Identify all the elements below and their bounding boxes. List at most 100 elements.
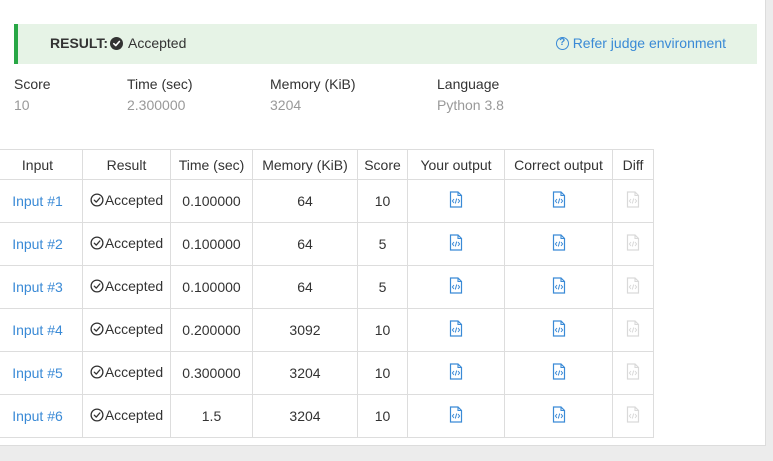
correct-output-code-file-icon[interactable] bbox=[552, 406, 566, 426]
correct-output-code-file-icon[interactable] bbox=[552, 234, 566, 254]
check-circle-outline-icon bbox=[90, 236, 104, 250]
your-output-code-file-icon[interactable] bbox=[449, 191, 463, 211]
result-accepted: Accepted bbox=[90, 321, 163, 337]
correct-output-code-file-icon[interactable] bbox=[552, 320, 566, 340]
refer-judge-environment-link[interactable]: ? Refer judge environment bbox=[555, 35, 726, 51]
row-correct-output-cell bbox=[504, 351, 613, 395]
row-your-output-cell bbox=[407, 394, 505, 438]
your-output-code-file-icon[interactable] bbox=[449, 277, 463, 297]
row-correct-output-cell bbox=[504, 179, 613, 223]
diff-code-file-icon-disabled bbox=[626, 277, 640, 297]
row-score-cell: 5 bbox=[357, 222, 408, 266]
input-link[interactable]: Input #1 bbox=[12, 193, 63, 209]
check-circle-outline-icon bbox=[90, 193, 104, 207]
header-memory: Memory (KiB) bbox=[252, 149, 358, 180]
row-result-cell: Accepted bbox=[82, 179, 171, 223]
row-your-output-cell bbox=[407, 308, 505, 352]
testcase-results-table: Input Result Time (sec) Memory (KiB) Sco… bbox=[0, 149, 654, 438]
submission-summary: Score 10 Time (sec) 2.300000 Memory (KiB… bbox=[0, 76, 600, 120]
header-result: Result bbox=[82, 149, 171, 180]
correct-output-code-file-icon[interactable] bbox=[552, 191, 566, 211]
header-time: Time (sec) bbox=[170, 149, 253, 180]
row-memory-cell: 64 bbox=[252, 222, 358, 266]
your-output-code-file-icon[interactable] bbox=[449, 234, 463, 254]
row-memory-cell: 3204 bbox=[252, 394, 358, 438]
row-diff-cell bbox=[612, 222, 654, 266]
row-result-cell: Accepted bbox=[82, 265, 171, 309]
header-diff: Diff bbox=[612, 149, 654, 180]
row-input-cell: Input #2 bbox=[0, 222, 83, 266]
your-output-code-file-icon[interactable] bbox=[449, 320, 463, 340]
row-correct-output-cell bbox=[504, 222, 613, 266]
your-output-code-file-icon[interactable] bbox=[449, 363, 463, 383]
row-score-cell: 10 bbox=[357, 308, 408, 352]
summary-score-value: 10 bbox=[14, 97, 30, 113]
row-correct-output-cell bbox=[504, 394, 613, 438]
row-score-cell: 10 bbox=[357, 394, 408, 438]
result-label: RESULT: bbox=[50, 35, 109, 51]
input-link[interactable]: Input #5 bbox=[12, 365, 63, 381]
row-your-output-cell bbox=[407, 179, 505, 223]
result-accepted: Accepted bbox=[90, 407, 163, 423]
row-diff-cell bbox=[612, 394, 654, 438]
summary-language-value: Python 3.8 bbox=[437, 97, 504, 113]
input-link[interactable]: Input #3 bbox=[12, 279, 63, 295]
row-diff-cell bbox=[612, 308, 654, 352]
input-link[interactable]: Input #2 bbox=[12, 236, 63, 252]
diff-code-file-icon-disabled bbox=[626, 406, 640, 426]
row-time-cell: 0.100000 bbox=[170, 222, 253, 266]
table-row: Input #2 Accepted 0.100000 64 5 bbox=[0, 222, 654, 266]
result-accepted: Accepted bbox=[90, 192, 163, 208]
row-your-output-cell bbox=[407, 222, 505, 266]
summary-time-value: 2.300000 bbox=[127, 97, 186, 113]
correct-output-code-file-icon[interactable] bbox=[552, 363, 566, 383]
row-your-output-cell bbox=[407, 265, 505, 309]
table-row: Input #5 Accepted 0.300000 3204 10 bbox=[0, 351, 654, 395]
result-text: Accepted bbox=[104, 364, 164, 380]
row-input-cell: Input #6 bbox=[0, 394, 83, 438]
header-input: Input bbox=[0, 149, 83, 180]
row-correct-output-cell bbox=[504, 308, 613, 352]
table-row: Input #3 Accepted 0.100000 64 5 bbox=[0, 265, 654, 309]
summary-memory-value: 3204 bbox=[270, 97, 302, 113]
check-circle-outline-icon bbox=[90, 279, 104, 293]
correct-output-code-file-icon[interactable] bbox=[552, 277, 566, 297]
table-row: Input #1 Accepted 0.100000 64 10 bbox=[0, 179, 654, 223]
row-time-cell: 0.100000 bbox=[170, 179, 253, 223]
result-accepted: Accepted bbox=[90, 278, 163, 294]
row-result-cell: Accepted bbox=[82, 308, 171, 352]
summary-time-label: Time (sec) bbox=[127, 76, 193, 92]
check-circle-outline-icon bbox=[90, 408, 104, 422]
row-memory-cell: 64 bbox=[252, 265, 358, 309]
diff-code-file-icon-disabled bbox=[626, 191, 640, 211]
check-circle-outline-icon bbox=[90, 365, 104, 379]
summary-memory-label: Memory (KiB) bbox=[270, 76, 356, 92]
diff-code-file-icon-disabled bbox=[626, 320, 640, 340]
row-result-cell: Accepted bbox=[82, 222, 171, 266]
row-result-cell: Accepted bbox=[82, 394, 171, 438]
row-your-output-cell bbox=[407, 351, 505, 395]
row-time-cell: 0.200000 bbox=[170, 308, 253, 352]
header-your-output: Your output bbox=[407, 149, 505, 180]
submission-panel: RESULT: Accepted ? Refer judge environme… bbox=[0, 0, 766, 446]
check-circle-outline-icon bbox=[90, 322, 104, 336]
row-result-cell: Accepted bbox=[82, 351, 171, 395]
result-banner: RESULT: Accepted ? Refer judge environme… bbox=[14, 24, 757, 64]
question-circle-icon: ? bbox=[555, 36, 569, 50]
summary-memory: Memory (KiB) 3204 bbox=[270, 76, 356, 113]
summary-time: Time (sec) 2.300000 bbox=[127, 76, 193, 113]
row-score-cell: 10 bbox=[357, 351, 408, 395]
summary-language: Language Python 3.8 bbox=[437, 76, 504, 113]
row-input-cell: Input #1 bbox=[0, 179, 83, 223]
input-link[interactable]: Input #4 bbox=[12, 322, 63, 338]
row-diff-cell bbox=[612, 265, 654, 309]
result-text: Accepted bbox=[104, 278, 164, 294]
table-row: Input #6 Accepted 1.5 3204 10 bbox=[0, 394, 654, 438]
row-score-cell: 5 bbox=[357, 265, 408, 309]
row-diff-cell bbox=[612, 351, 654, 395]
input-link[interactable]: Input #6 bbox=[12, 408, 63, 424]
your-output-code-file-icon[interactable] bbox=[449, 406, 463, 426]
table-header-row: Input Result Time (sec) Memory (KiB) Sco… bbox=[0, 149, 654, 180]
check-circle-icon bbox=[110, 36, 123, 50]
row-input-cell: Input #5 bbox=[0, 351, 83, 395]
